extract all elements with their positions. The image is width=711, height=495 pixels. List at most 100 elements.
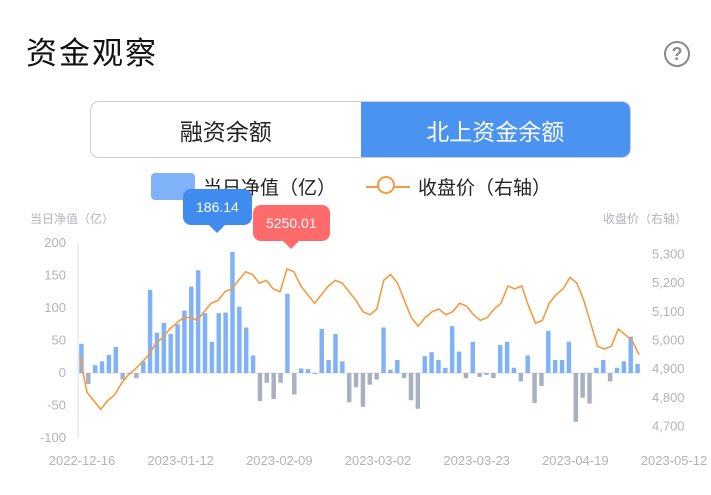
y-right-tick-label: 5,200 xyxy=(652,275,685,290)
net-flow-bar xyxy=(120,373,125,380)
net-flow-bar xyxy=(449,326,455,373)
net-flow-bar xyxy=(635,363,640,373)
net-flow-bar xyxy=(573,373,579,422)
x-tick-label: 2023-03-23 xyxy=(443,453,510,468)
net-flow-bar xyxy=(511,367,517,373)
net-flow-bar xyxy=(168,334,173,373)
net-flow-bar xyxy=(346,373,352,403)
net-flow-bar xyxy=(518,373,524,382)
net-flow-bar xyxy=(601,360,606,373)
net-flow-bar xyxy=(552,360,558,373)
net-flow-bar xyxy=(498,345,503,373)
net-flow-bar xyxy=(443,367,448,373)
y-right-tick-label: 5,300 xyxy=(652,246,685,261)
net-flow-bar xyxy=(539,373,544,386)
net-flow-bar xyxy=(525,355,530,373)
net-flow-bar xyxy=(621,361,627,373)
net-flow-bar xyxy=(484,373,489,375)
net-flow-bar xyxy=(532,373,537,403)
y-right-tick-label: 4,800 xyxy=(652,390,685,405)
net-flow-bar xyxy=(463,373,469,379)
x-tick-label: 2023-04-19 xyxy=(542,453,609,468)
net-flow-bar xyxy=(388,369,393,373)
net-flow-bar xyxy=(594,367,599,373)
net-flow-bar xyxy=(216,313,221,373)
net-flow-bar xyxy=(559,360,565,373)
x-tick-label: 2023-02-09 xyxy=(246,453,313,468)
net-flow-bar xyxy=(230,252,235,373)
net-flow-bar xyxy=(353,373,359,388)
y-left-tick-label: 50 xyxy=(52,333,66,348)
net-flow-bar xyxy=(470,341,476,373)
net-flow-bar xyxy=(504,341,510,373)
net-flow-bar xyxy=(395,360,400,373)
y-right-tick-label: 4,700 xyxy=(652,419,685,434)
price-value-tooltip: 5250.01 xyxy=(253,205,330,249)
net-flow-bar xyxy=(374,373,379,380)
net-flow-bar xyxy=(243,327,249,373)
net-flow-bar xyxy=(106,354,112,373)
y-left-tick-label: 0 xyxy=(59,365,66,380)
net-flow-bar xyxy=(99,361,105,373)
net-flow-bar xyxy=(381,327,386,373)
net-flow-bar xyxy=(189,286,194,373)
net-flow-bar xyxy=(340,361,345,373)
y-right-tick-label: 5,100 xyxy=(652,304,685,319)
net-flow-bar xyxy=(319,328,324,373)
x-tick-label: 2023-03-02 xyxy=(345,453,412,468)
bar-value-tooltip: 186.14 xyxy=(183,189,252,233)
net-flow-bar xyxy=(285,293,290,373)
net-flow-bar xyxy=(292,373,297,395)
y-left-tick-label: 200 xyxy=(44,235,66,250)
net-flow-bar xyxy=(154,332,160,373)
net-flow-bar xyxy=(92,365,98,373)
net-flow-bar xyxy=(161,322,167,373)
net-flow-bar xyxy=(86,373,91,385)
net-flow-bar xyxy=(367,373,373,385)
y-left-tick-label: 100 xyxy=(44,300,66,315)
net-flow-bar xyxy=(175,324,180,373)
y-left-tick-label: 150 xyxy=(44,268,66,283)
net-flow-bar xyxy=(134,373,139,379)
x-tick-label: 2022-12-16 xyxy=(49,453,116,468)
net-flow-bar xyxy=(587,373,592,404)
net-flow-bar xyxy=(401,373,407,379)
net-flow-bar xyxy=(182,310,187,373)
x-tick-label: 2023-05-12 xyxy=(641,453,708,468)
x-tick-label: 2023-01-12 xyxy=(147,453,214,468)
net-flow-bar xyxy=(580,373,585,398)
net-flow-bar xyxy=(408,373,414,401)
net-flow-bar xyxy=(607,373,613,382)
net-flow-bar xyxy=(195,270,201,373)
net-flow-bar xyxy=(422,356,427,373)
net-flow-bar xyxy=(278,373,283,383)
net-flow-bar xyxy=(202,313,208,373)
net-flow-bar xyxy=(429,352,434,373)
net-flow-bar xyxy=(271,373,276,399)
net-flow-bar xyxy=(264,373,270,383)
net-flow-bar xyxy=(614,367,620,373)
net-flow-bar xyxy=(566,341,572,373)
y-left-tick-label: -100 xyxy=(40,430,66,445)
net-flow-bar xyxy=(477,373,482,377)
net-flow-bar xyxy=(237,306,242,373)
net-flow-bar xyxy=(491,373,496,379)
net-flow-bar xyxy=(436,360,441,373)
net-flow-bar xyxy=(546,330,551,373)
y-right-tick-label: 4,900 xyxy=(652,361,685,376)
net-flow-bar xyxy=(298,368,304,373)
net-flow-bar xyxy=(223,312,228,373)
y-left-tick-label: -50 xyxy=(47,398,66,413)
net-flow-bar xyxy=(113,347,118,373)
fund-flow-chart[interactable]: 200 150 100 50 0 -50 -100 5,300 5,200 5,100 5,000 4… xyxy=(0,0,711,495)
net-flow-bar xyxy=(147,289,153,373)
net-flow-bar xyxy=(257,373,263,401)
net-flow-bar xyxy=(312,373,318,374)
net-flow-bar xyxy=(333,334,338,373)
net-flow-bar xyxy=(326,360,331,373)
net-flow-bar xyxy=(209,341,215,373)
net-flow-bar xyxy=(360,373,366,407)
net-flow-bar xyxy=(250,355,256,373)
y-right-tick-label: 5,000 xyxy=(652,333,685,348)
net-flow-bar xyxy=(415,373,421,409)
